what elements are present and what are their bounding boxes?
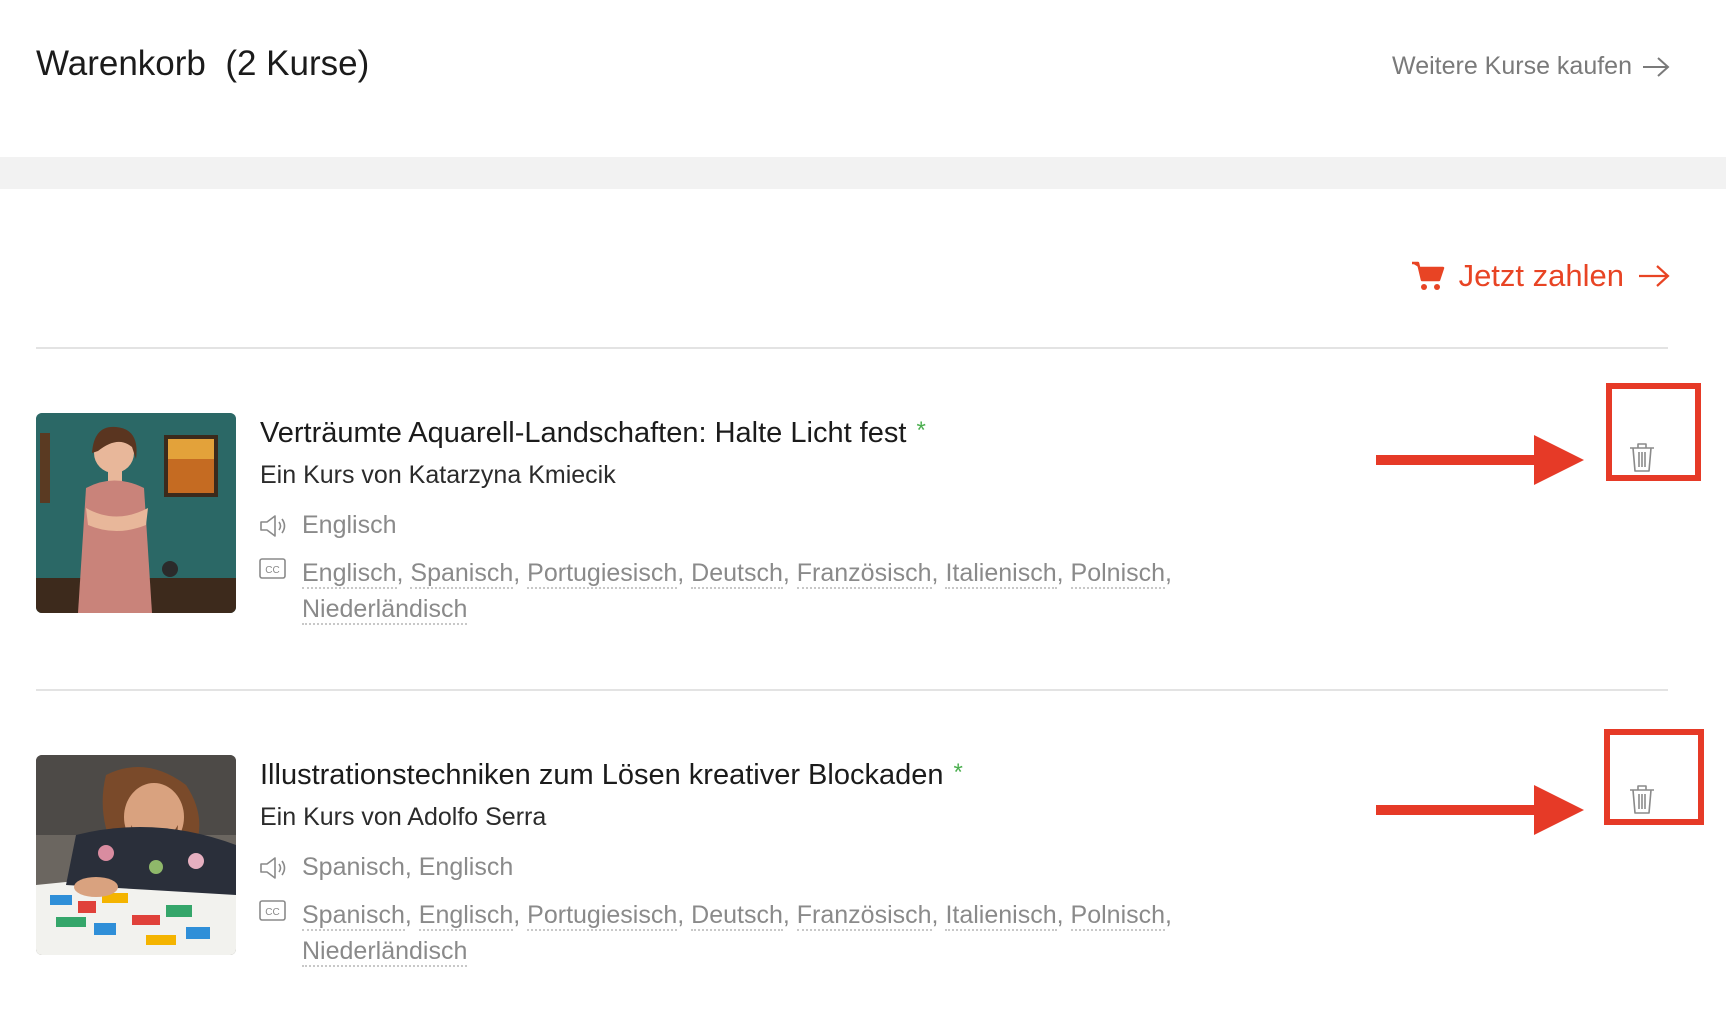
arrow-right-icon [1643, 56, 1670, 77]
cart-header: Warenkorb (2 Kurse) Weitere Kurse kaufen [0, 0, 1726, 157]
divider [36, 347, 1668, 349]
audio-languages: Englisch [302, 511, 397, 539]
subtitle-language[interactable]: Spanisch [410, 559, 514, 589]
subtitle-language[interactable]: Englisch [302, 559, 397, 589]
subtitle-language[interactable]: Italienisch [945, 559, 1057, 589]
course-thumbnail[interactable] [36, 755, 236, 955]
pay-now-label: Jetzt zahlen [1458, 258, 1624, 293]
page-title: Warenkorb (2 Kurse) [36, 44, 370, 83]
section-separator-band [0, 157, 1726, 189]
subtitle-language[interactable]: Spanisch [302, 901, 405, 931]
speaker-icon [258, 513, 288, 539]
cc-icon: CC [258, 556, 288, 582]
subtitle-languages: Spanisch, Englisch, Portugiesisch, Deuts… [302, 901, 1172, 967]
subtitle-language[interactable]: Polnisch [1070, 901, 1166, 931]
subtitle-language[interactable]: Niederländisch [302, 595, 468, 625]
subtitle-language[interactable]: Französisch [796, 559, 932, 589]
subtitle-language[interactable]: Portugiesisch [527, 901, 678, 931]
audio-languages: Spanisch, Englisch [302, 853, 514, 881]
cc-icon: CC [258, 898, 288, 924]
star-marker: * [916, 417, 926, 444]
buy-more-courses-label: Weitere Kurse kaufen [1392, 52, 1632, 80]
subtitle-language[interactable]: Französisch [796, 901, 932, 931]
course-thumbnail[interactable] [36, 413, 236, 613]
course-title[interactable]: Verträumte Aquarell-Landschaften: Halte … [260, 417, 926, 450]
subtitle-language[interactable]: Italienisch [945, 901, 1057, 931]
subtitle-language[interactable]: Deutsch [691, 901, 783, 931]
subtitle-language[interactable]: Portugiesisch [527, 559, 678, 589]
cart-icon [1411, 260, 1445, 292]
subtitle-languages: Englisch, Spanisch, Portugiesisch, Deuts… [302, 559, 1172, 625]
svg-text:CC: CC [265, 565, 279, 576]
course-title[interactable]: Illustrationstechniken zum Lösen kreativ… [260, 759, 963, 792]
annotation-box [1604, 729, 1704, 825]
annotation-arrow [1376, 435, 1584, 485]
speaker-icon [258, 855, 288, 881]
star-marker: * [953, 759, 963, 786]
annotation-box [1606, 383, 1701, 481]
svg-text:CC: CC [265, 907, 279, 918]
buy-more-courses-link[interactable]: Weitere Kurse kaufen [1392, 52, 1670, 81]
course-author: Ein Kurs von Katarzyna Kmiecik [260, 461, 616, 489]
pay-now-button[interactable]: Jetzt zahlen [1411, 258, 1670, 294]
arrow-right-icon [1638, 264, 1670, 288]
divider [36, 689, 1668, 691]
annotation-arrow [1376, 785, 1584, 835]
subtitle-language[interactable]: Niederländisch [302, 937, 468, 967]
subtitle-language[interactable]: Deutsch [691, 559, 783, 589]
course-author: Ein Kurs von Adolfo Serra [260, 803, 547, 831]
subtitle-language[interactable]: Englisch [418, 901, 514, 931]
subtitle-language[interactable]: Polnisch [1070, 559, 1166, 589]
